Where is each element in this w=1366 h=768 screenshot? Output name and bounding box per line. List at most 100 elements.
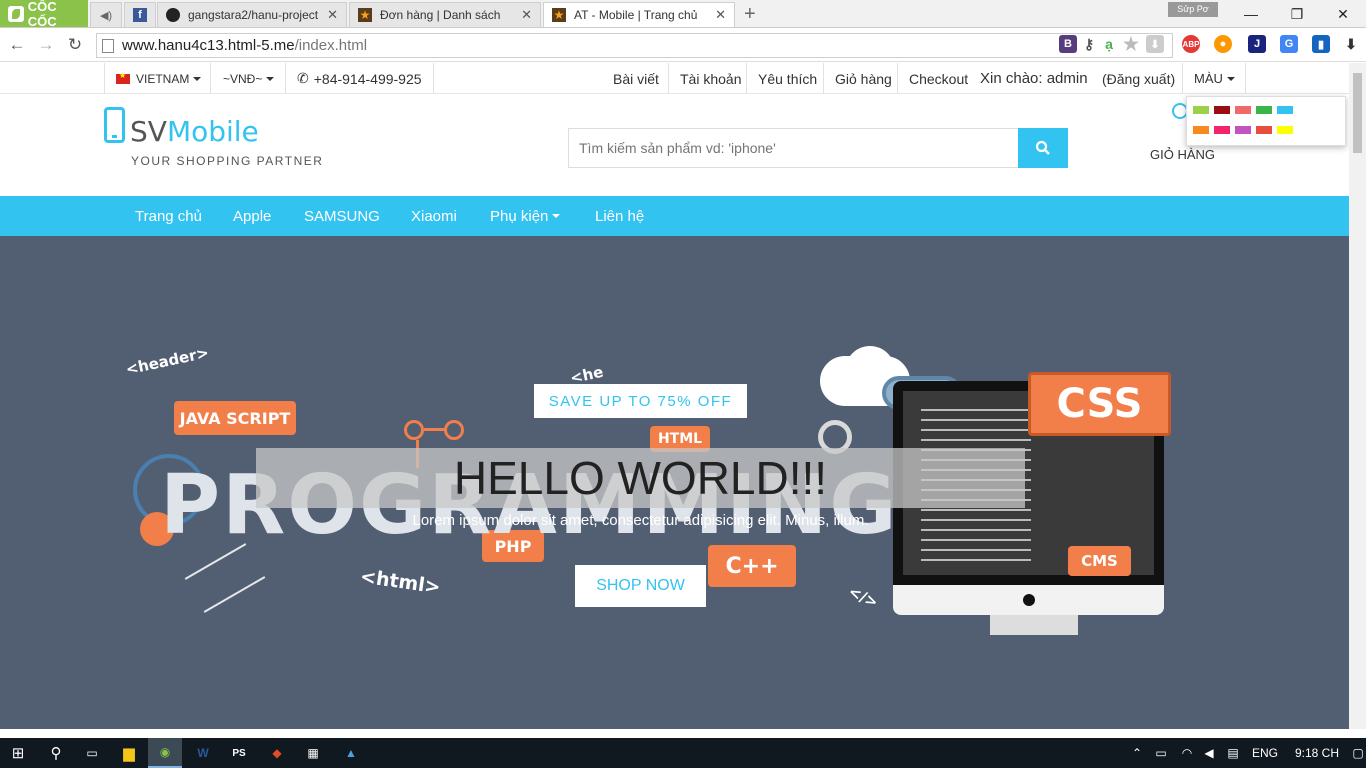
shop-now-button[interactable]: SHOP NOW [575, 565, 706, 607]
bookmark-ext-icon[interactable]: ▮ [1312, 35, 1330, 53]
nav-xiaomi[interactable]: Xiaomi [411, 196, 457, 236]
logo-mobile: Mobile [166, 115, 259, 148]
back-button[interactable]: ← [6, 34, 28, 56]
link-account[interactable]: Tài khoản [680, 63, 741, 94]
nav-contact[interactable]: Liên hệ [595, 196, 644, 236]
color-swatch[interactable] [1277, 126, 1293, 134]
restore-button[interactable]: ❐ [1274, 0, 1320, 28]
tab-audio[interactable]: ◀) [90, 2, 122, 27]
vietnam-flag-icon [116, 71, 130, 84]
menu-icon[interactable]: ⬇ [1342, 35, 1360, 53]
app-icon[interactable]: ◆ [260, 738, 294, 768]
logo-sv: SV [130, 115, 167, 148]
address-bar[interactable]: www.hanu4c13.html-5.me/index.html [96, 33, 1173, 58]
link-posts[interactable]: Bài viết [613, 63, 659, 94]
country-dropdown[interactable]: VIETNAM [116, 63, 202, 94]
cookie-ext-icon[interactable]: ● [1214, 35, 1232, 53]
phone-contact: ✆ +84-914-499-925 [297, 63, 422, 94]
close-icon[interactable]: ✕ [521, 7, 532, 23]
monitor-stand [990, 615, 1078, 635]
tag-cms: CMS [1068, 546, 1131, 576]
link-checkout[interactable]: Checkout [909, 63, 968, 94]
tab-orders[interactable]: ★ Đơn hàng | Danh sách ✕ [349, 2, 541, 27]
caret-down-icon [1226, 76, 1235, 81]
forward-button[interactable]: → [35, 34, 57, 56]
powershell-icon[interactable]: PS [222, 738, 256, 768]
tab-home-active[interactable]: ★ AT - Mobile | Trang chủ ✕ [543, 2, 735, 27]
color-swatch[interactable] [1277, 106, 1293, 114]
page-bottom-edge [0, 729, 1366, 738]
jira-ext-icon[interactable]: J [1248, 35, 1266, 53]
page-scrollbar[interactable] [1349, 63, 1366, 729]
task-view-icon[interactable]: ▭ [74, 738, 110, 768]
scrollbar-thumb[interactable] [1353, 73, 1362, 153]
tab-github[interactable]: gangstara2/hanu-project ✕ [157, 2, 347, 27]
coccoc-logo-icon [8, 5, 24, 22]
tab-facebook[interactable]: f [124, 2, 156, 27]
color-swatch[interactable] [1214, 106, 1230, 114]
color-swatch[interactable] [1193, 126, 1209, 134]
color-swatch[interactable] [1256, 106, 1272, 114]
currency-dropdown[interactable]: ~VNĐ~ [223, 63, 275, 94]
nav-samsung[interactable]: SAMSUNG [304, 196, 380, 236]
code-word-slash: </> [845, 582, 881, 612]
bootstrap-ext-icon[interactable]: B [1059, 35, 1077, 53]
download-icon[interactable]: ⬇ [1146, 35, 1164, 53]
color-swatch[interactable] [1235, 126, 1251, 134]
nav-accessories[interactable]: Phụ kiện [490, 196, 561, 236]
battery-icon[interactable]: ▭ [1152, 738, 1170, 768]
link-cart[interactable]: Giỏ hàng [835, 63, 892, 94]
nav-apple[interactable]: Apple [233, 196, 271, 236]
calculator-icon[interactable]: ▦ [296, 738, 330, 768]
chevron-up-icon[interactable]: ⌃ [1128, 738, 1146, 768]
hero-banner: <header> JAVA SCRIPT <html> <he HTML PHP… [0, 236, 1349, 729]
reload-button[interactable]: ↻ [64, 34, 86, 56]
notifications-icon[interactable]: ▢ [1350, 738, 1366, 768]
minimize-button[interactable]: — [1228, 0, 1274, 28]
wifi-icon[interactable]: ◠ [1178, 738, 1196, 768]
tag-javascript: JAVA SCRIPT [174, 401, 296, 435]
color-dropdown[interactable]: MÀU [1194, 63, 1235, 94]
windows-start-icon[interactable]: ⊞ [0, 738, 36, 768]
vietnamese-input-icon[interactable]: ạ [1100, 35, 1118, 53]
clock[interactable]: 9:18 CH [1292, 738, 1342, 768]
search-button[interactable] [1018, 128, 1068, 168]
bookmark-star-icon[interactable]: ★ [1122, 34, 1140, 54]
word-icon[interactable]: W [186, 738, 220, 768]
coccoc-taskbar-icon[interactable]: ◉ [148, 738, 182, 768]
coccoc-menu-button[interactable]: CỐC CỐC [0, 0, 88, 29]
browser-toolbar: ← → ↻ www.hanu4c13.html-5.me/index.html … [0, 29, 1366, 62]
url-domain: www.hanu4c13.html-5.me [122, 37, 295, 54]
language-indicator[interactable]: ENG [1250, 738, 1280, 768]
search-icon[interactable]: ⚲ [38, 738, 74, 768]
adblock-icon[interactable]: ABP [1182, 35, 1200, 53]
nav-home[interactable]: Trang chủ [135, 196, 202, 236]
close-icon[interactable]: ✕ [327, 7, 338, 23]
new-tab-button[interactable]: + [744, 3, 756, 26]
color-swatch[interactable] [1235, 106, 1251, 114]
greeting-text: Xin chào: admin [980, 70, 1088, 87]
color-swatch[interactable] [1193, 106, 1209, 114]
keyboard-icon[interactable]: ▤ [1224, 738, 1242, 768]
link-wishlist[interactable]: Yêu thích [758, 63, 817, 94]
logout-link[interactable]: (Đăng xuất) [1102, 63, 1175, 94]
profile-chip[interactable]: Sửp Pơ [1168, 2, 1218, 17]
monitor-base [893, 585, 1164, 615]
windows-taskbar: ⊞ ⚲ ▭ ▆ ◉ W PS ◆ ▦ ▲ ⌃ ▭ ◠ ◀ ▤ ENG 9:18 … [0, 738, 1366, 768]
key-ext-icon[interactable]: ⚷ [1080, 35, 1098, 53]
translate-ext-icon[interactable]: G [1280, 35, 1298, 53]
cart-label[interactable]: GIỎ HÀNG [1150, 147, 1215, 162]
code-word-header: <header> [124, 343, 211, 379]
volume-icon[interactable]: ◀ [1200, 738, 1218, 768]
close-window-button[interactable]: ✕ [1320, 0, 1366, 28]
color-swatch[interactable] [1214, 126, 1230, 134]
file-explorer-icon[interactable]: ▆ [112, 738, 146, 768]
search-input[interactable] [568, 128, 1019, 168]
site-logo[interactable]: SVMobile [130, 115, 259, 148]
color-menu-label: MÀU [1194, 71, 1223, 86]
logo-phone-icon [104, 107, 125, 143]
color-swatch[interactable] [1256, 126, 1272, 134]
close-icon[interactable]: ✕ [715, 7, 726, 23]
page-icon [102, 38, 114, 53]
app-blue-icon[interactable]: ▲ [334, 738, 368, 768]
